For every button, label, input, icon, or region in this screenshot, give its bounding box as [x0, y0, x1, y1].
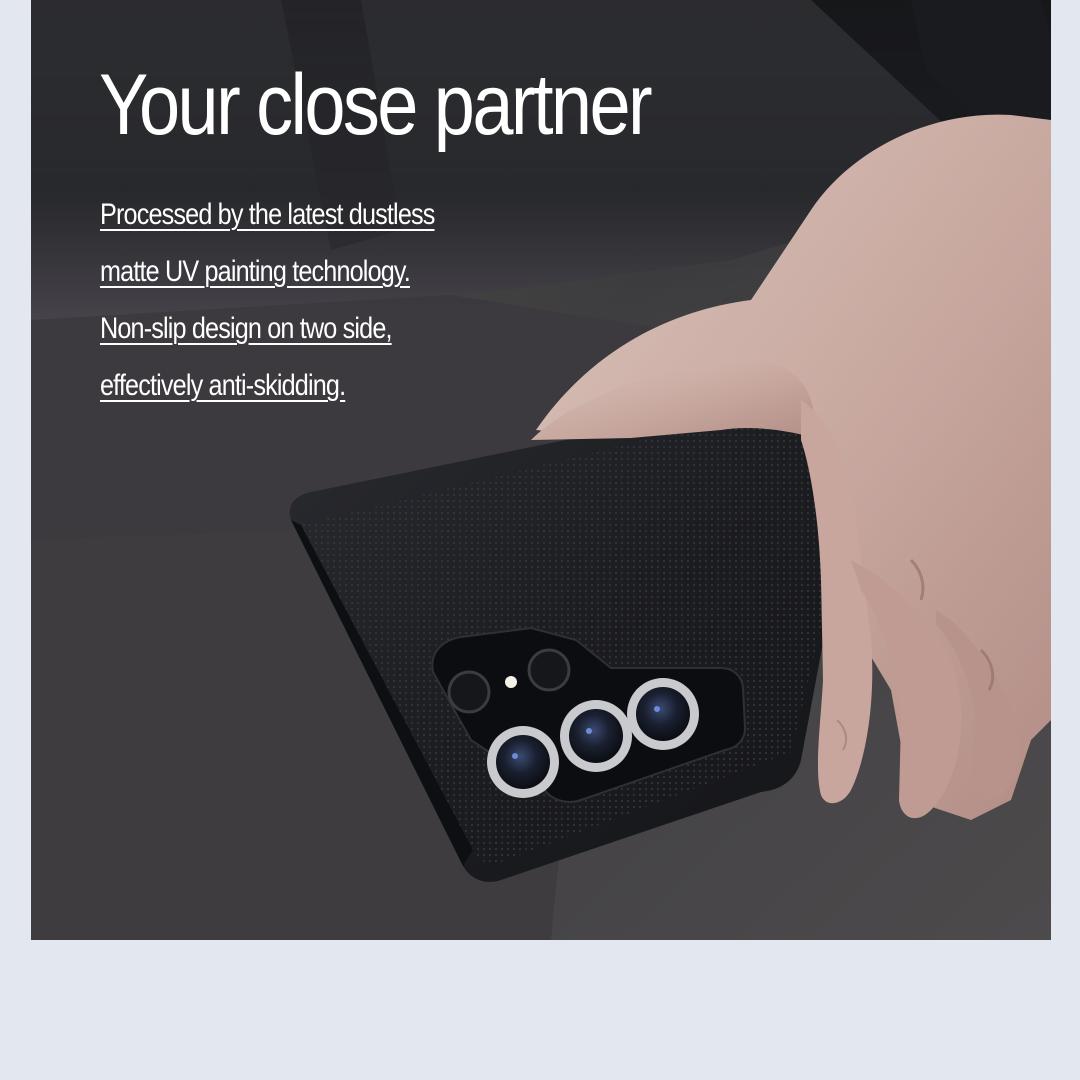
feature-line: effectively anti-skidding. — [100, 369, 498, 426]
feature-line: Non-slip design on two side, — [100, 312, 498, 369]
feature-line: matte UV painting technology. — [100, 255, 498, 312]
feature-line-text: Non-slip design on two side, — [100, 312, 393, 345]
feature-line-text: Processed by the latest dustless — [100, 198, 435, 231]
feature-line-text: effectively anti-skidding. — [100, 369, 346, 402]
product-photo: Your close partner Processed by the late… — [31, 0, 1051, 940]
headline: Your close partner — [99, 57, 653, 153]
feature-line: Processed by the latest dustless — [100, 198, 498, 255]
product-banner: Your close partner Processed by the late… — [0, 0, 1080, 1080]
feature-line-text: matte UV painting technology. — [100, 255, 411, 288]
feature-list: Processed by the latest dustless matte U… — [100, 198, 498, 426]
